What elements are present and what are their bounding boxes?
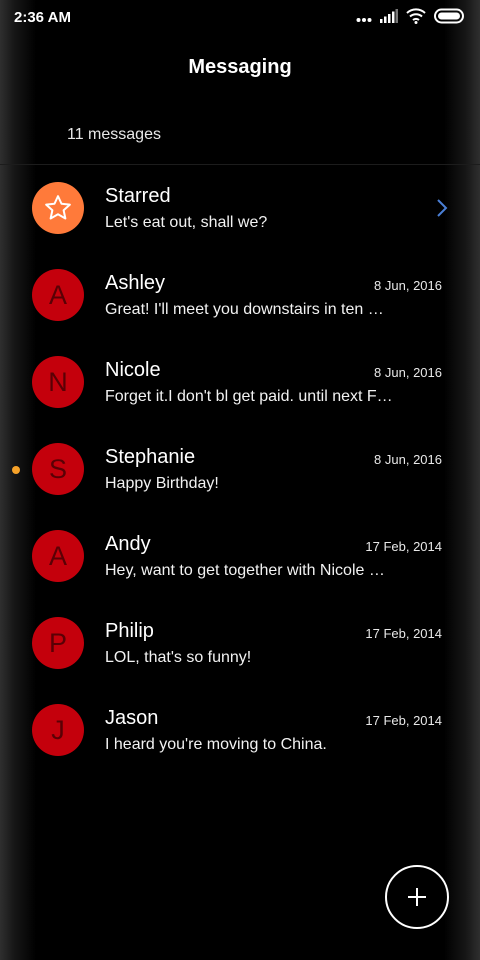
- thread-date: 17 Feb, 2014: [365, 626, 442, 641]
- more-dots-icon: [356, 10, 372, 28]
- star-icon: [45, 195, 71, 220]
- thread-name: Starred: [105, 185, 171, 207]
- page-title: Messaging: [188, 56, 292, 78]
- thread-snippet: LOL, that's so funny!: [105, 649, 252, 666]
- status-bar: 2:36 AM: [0, 0, 480, 36]
- message-count: 11 messages: [67, 126, 161, 143]
- thread-snippet: Hey, want to get together with Nicole …: [105, 562, 385, 579]
- signal-icon: [380, 9, 398, 28]
- thread-date: 17 Feb, 2014: [365, 539, 442, 554]
- thread-row[interactable]: J Jason 17 Feb, 2014 I heard you're movi…: [0, 687, 480, 774]
- thread-date: 8 Jun, 2016: [374, 452, 442, 467]
- thread-snippet: Forget it.I don't bl get paid. until nex…: [105, 388, 393, 405]
- avatar: S: [32, 443, 84, 495]
- avatar: A: [32, 530, 84, 582]
- thread-row[interactable]: S Stephanie 8 Jun, 2016 Happy Birthday!: [0, 426, 480, 513]
- thread-snippet: Let's eat out, shall we?: [105, 214, 268, 231]
- new-message-button[interactable]: [385, 865, 449, 929]
- battery-icon: [434, 8, 466, 29]
- thread-list: Starred Let's eat out, shall we? A Ashle…: [0, 165, 480, 774]
- thread-date: 8 Jun, 2016: [374, 365, 442, 380]
- starred-avatar: [32, 182, 84, 234]
- thread-row[interactable]: P Philip 17 Feb, 2014 LOL, that's so fun…: [0, 600, 480, 687]
- thread-date: 8 Jun, 2016: [374, 278, 442, 293]
- thread-row[interactable]: A Andy 17 Feb, 2014 Hey, want to get tog…: [0, 513, 480, 600]
- thread-row[interactable]: A Ashley 8 Jun, 2016 Great! I'll meet yo…: [0, 252, 480, 339]
- thread-snippet: I heard you're moving to China.: [105, 736, 327, 753]
- thread-row[interactable]: N Nicole 8 Jun, 2016 Forget it.I don't b…: [0, 339, 480, 426]
- thread-name: Philip: [105, 620, 154, 642]
- status-icons: [356, 8, 466, 29]
- plus-icon: [408, 888, 426, 906]
- thread-name: Stephanie: [105, 446, 196, 468]
- avatar: N: [32, 356, 84, 408]
- wifi-icon: [406, 8, 426, 29]
- thread-row-starred[interactable]: Starred Let's eat out, shall we?: [0, 165, 480, 252]
- avatar: A: [32, 269, 84, 321]
- avatar: J: [32, 704, 84, 756]
- thread-name: Nicole: [105, 359, 161, 381]
- status-time: 2:36 AM: [14, 9, 71, 26]
- chevron-right-icon: [436, 198, 448, 223]
- thread-date: 17 Feb, 2014: [365, 713, 442, 728]
- thread-name: Jason: [105, 707, 159, 729]
- thread-snippet: Great! I'll meet you downstairs in ten …: [105, 301, 384, 318]
- thread-snippet: Happy Birthday!: [105, 475, 219, 492]
- thread-name: Andy: [105, 533, 151, 555]
- thread-name: Ashley: [105, 272, 166, 294]
- avatar: P: [32, 617, 84, 669]
- unread-indicator: [12, 466, 20, 474]
